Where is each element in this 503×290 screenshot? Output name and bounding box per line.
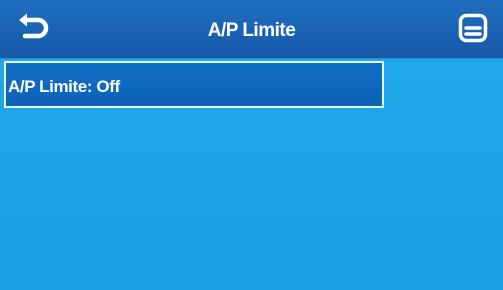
back-button[interactable]	[10, 8, 56, 48]
page-title: A/P Limite	[207, 20, 296, 41]
save-icon	[458, 13, 488, 43]
back-arrow-icon	[19, 13, 49, 39]
save-button[interactable]	[453, 8, 493, 48]
setting-row-ap-limit[interactable]: A/P Limite: Off	[4, 61, 384, 108]
header-bar: A/P Limite	[0, 0, 503, 59]
screen: A/P Limite A/P Limite: Off	[0, 0, 503, 290]
setting-label: A/P Limite: Off	[8, 77, 120, 96]
